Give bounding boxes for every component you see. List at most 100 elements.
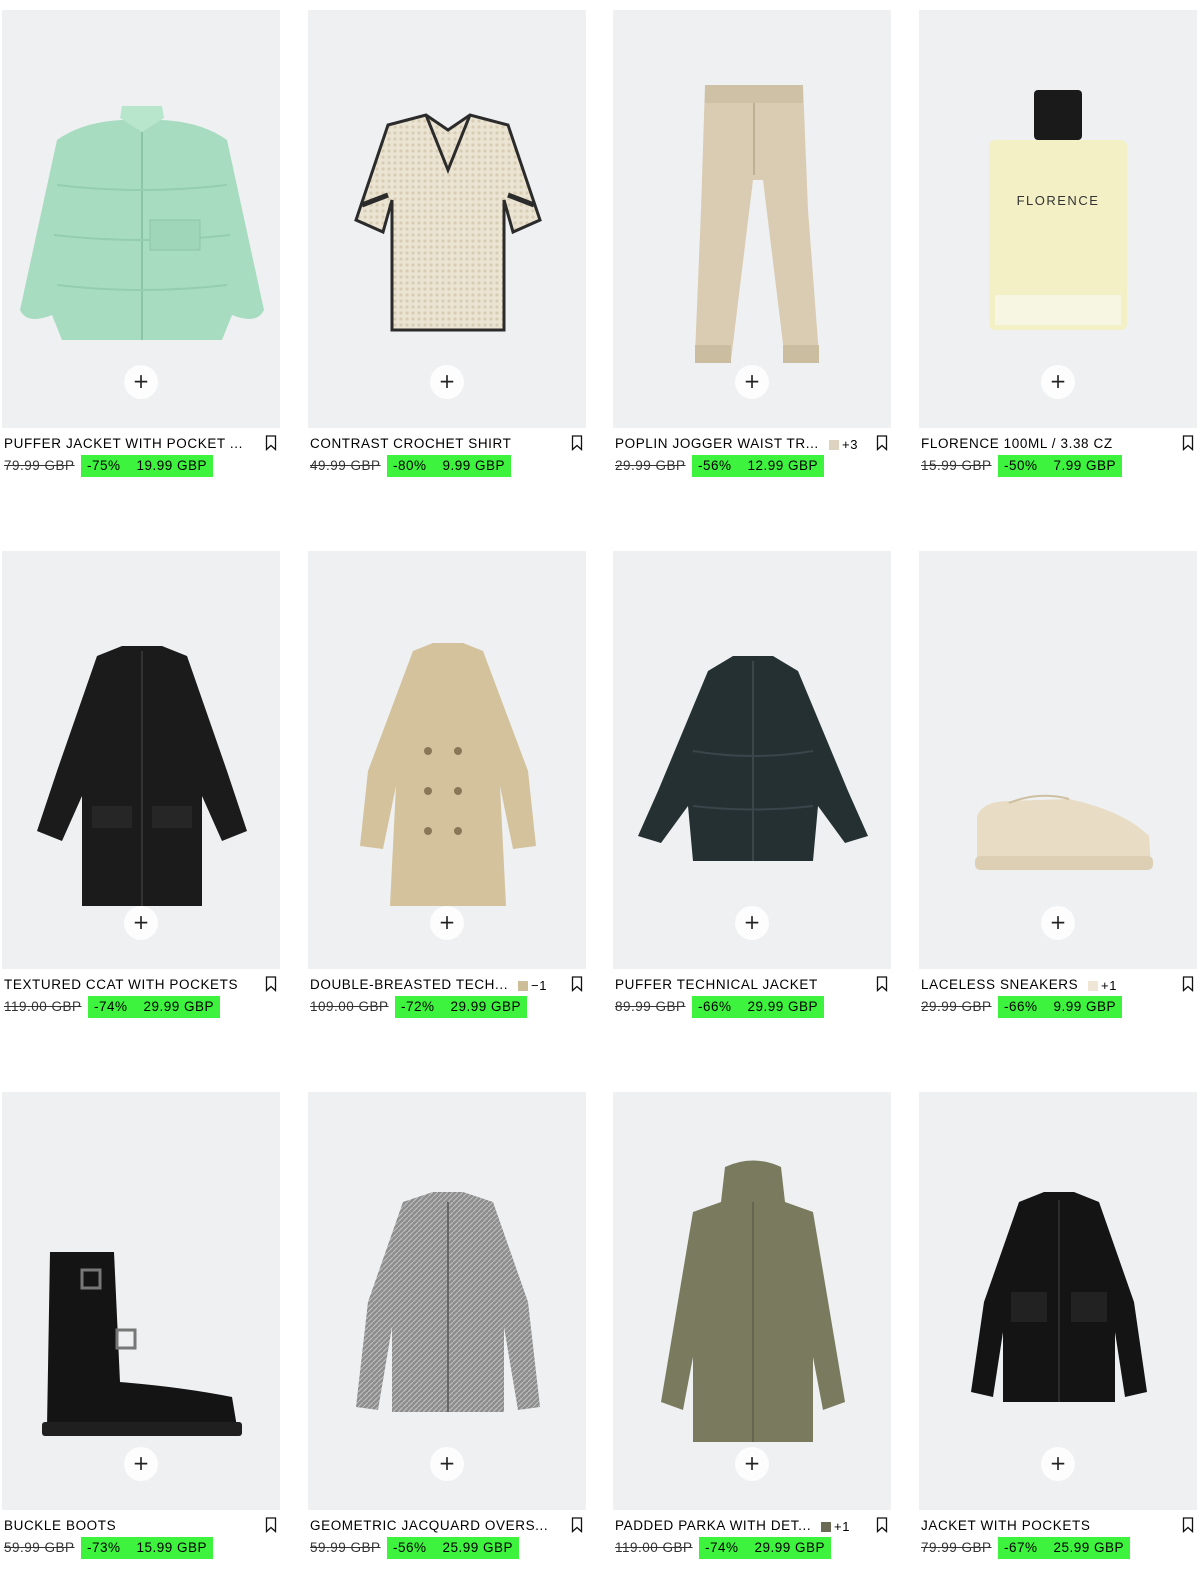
sale-price: 29.99 GBP bbox=[143, 999, 215, 1014]
product-card[interactable]: FLORENCE + FLORENCE 100ML / 3.38 CZ 15.9… bbox=[919, 10, 1199, 477]
product-name[interactable]: LACELESS SNEAKERS bbox=[921, 977, 1078, 992]
price-row: 79.99 GBP -75% 19.99 GBP bbox=[2, 455, 282, 477]
add-to-cart-button[interactable]: + bbox=[430, 906, 464, 940]
product-card[interactable]: + GEOMETRIC JACQUARD OVERS... 59.99 GBP … bbox=[308, 1092, 588, 1559]
original-price: 89.99 GBP bbox=[615, 999, 686, 1014]
sale-price: 7.99 GBP bbox=[1053, 458, 1117, 473]
more-colors-count: −1 bbox=[531, 978, 548, 993]
product-image[interactable]: + bbox=[613, 1092, 891, 1510]
add-to-cart-button[interactable]: + bbox=[1041, 906, 1075, 940]
original-price: 59.99 GBP bbox=[4, 1540, 75, 1555]
product-card[interactable]: + DOUBLE-BREASTED TECH... −1 109.00 GBP … bbox=[308, 551, 588, 1018]
sale-badge: -72% 29.99 GBP bbox=[395, 996, 528, 1018]
add-to-cart-button[interactable]: + bbox=[1041, 365, 1075, 399]
product-image[interactable]: + bbox=[613, 10, 891, 428]
discount-percent: -74% bbox=[94, 999, 128, 1014]
product-image[interactable]: + bbox=[308, 551, 586, 969]
bookmark-icon[interactable] bbox=[571, 1517, 583, 1533]
color-swatch[interactable] bbox=[821, 1522, 831, 1532]
sale-price: 25.99 GBP bbox=[1053, 1540, 1125, 1555]
product-card[interactable]: + PADDED PARKA WITH DET... +1 119.00 GBP… bbox=[613, 1092, 893, 1559]
product-name[interactable]: BUCKLE BOOTS bbox=[4, 1518, 116, 1533]
sale-price: 9.99 GBP bbox=[442, 458, 506, 473]
product-name[interactable]: GEOMETRIC JACQUARD OVERS... bbox=[310, 1518, 548, 1533]
product-name[interactable]: DOUBLE-BREASTED TECH... bbox=[310, 977, 508, 992]
add-to-cart-button[interactable]: + bbox=[124, 1447, 158, 1481]
original-price: 49.99 GBP bbox=[310, 458, 381, 473]
bookmark-icon[interactable] bbox=[1182, 1517, 1194, 1533]
product-card[interactable]: + POPLIN JOGGER WAIST TR... +3 29.99 GBP… bbox=[613, 10, 893, 477]
product-image[interactable]: + bbox=[2, 1092, 280, 1510]
bookmark-icon[interactable] bbox=[571, 435, 583, 451]
bookmark-icon[interactable] bbox=[876, 976, 888, 992]
product-card[interactable]: + PUFFER JACKET WITH POCKET ... 79.99 GB… bbox=[2, 10, 282, 477]
original-price: 79.99 GBP bbox=[4, 458, 75, 473]
product-name[interactable]: PUFFER TECHNICAL JACKET bbox=[615, 977, 818, 992]
color-swatches[interactable]: +1 bbox=[1088, 978, 1117, 993]
product-image[interactable]: + bbox=[2, 551, 280, 969]
product-card[interactable]: + TEXTURED CCAT WITH POCKETS 119.00 GBP … bbox=[2, 551, 282, 1018]
product-image[interactable]: + bbox=[919, 1092, 1197, 1510]
product-grid: + PUFFER JACKET WITH POCKET ... 79.99 GB… bbox=[0, 0, 1200, 1569]
product-name[interactable]: FLORENCE 100ML / 3.38 CZ bbox=[921, 436, 1113, 451]
sale-badge: -74% 29.99 GBP bbox=[88, 996, 221, 1018]
sale-price: 9.99 GBP bbox=[1053, 999, 1117, 1014]
product-name[interactable]: PUFFER JACKET WITH POCKET ... bbox=[4, 436, 243, 451]
product-card[interactable]: + JACKET WITH POCKETS 79.99 GBP -67% 25.9… bbox=[919, 1092, 1199, 1559]
add-to-cart-button[interactable]: + bbox=[1041, 1447, 1075, 1481]
product-name[interactable]: JACKET WITH POCKETS bbox=[921, 1518, 1090, 1533]
discount-percent: -72% bbox=[401, 999, 435, 1014]
product-card[interactable]: + PUFFER TECHNICAL JACKET 89.99 GBP -66%… bbox=[613, 551, 893, 1018]
bookmark-icon[interactable] bbox=[265, 976, 277, 992]
bookmark-icon[interactable] bbox=[1182, 435, 1194, 451]
color-swatches[interactable]: +1 bbox=[821, 1519, 850, 1534]
product-name[interactable]: CONTRAST CROCHET SHIRT bbox=[310, 436, 511, 451]
product-card[interactable]: + BUCKLE BOOTS 59.99 GBP -73% 15.99 GBP bbox=[2, 1092, 282, 1559]
price-row: 29.99 GBP -56% 12.99 GBP bbox=[613, 455, 893, 477]
discount-percent: -74% bbox=[705, 1540, 739, 1555]
add-to-cart-button[interactable]: + bbox=[124, 906, 158, 940]
bookmark-icon[interactable] bbox=[265, 435, 277, 451]
sale-badge: -74% 29.99 GBP bbox=[699, 1537, 832, 1559]
discount-percent: -66% bbox=[1004, 999, 1038, 1014]
product-image[interactable]: + bbox=[2, 10, 280, 428]
add-to-cart-button[interactable]: + bbox=[735, 365, 769, 399]
product-name[interactable]: TEXTURED CCAT WITH POCKETS bbox=[4, 977, 238, 992]
product-card[interactable]: + LACELESS SNEAKERS +1 29.99 GBP -66% 9.9… bbox=[919, 551, 1199, 1018]
sale-price: 19.99 GBP bbox=[136, 458, 208, 473]
bookmark-icon[interactable] bbox=[1182, 976, 1194, 992]
sale-badge: -66% 9.99 GBP bbox=[998, 996, 1123, 1018]
add-to-cart-button[interactable]: + bbox=[124, 365, 158, 399]
original-price: 29.99 GBP bbox=[921, 999, 992, 1014]
add-to-cart-button[interactable]: + bbox=[430, 1447, 464, 1481]
product-name[interactable]: PADDED PARKA WITH DET... bbox=[615, 1518, 811, 1533]
price-row: 29.99 GBP -66% 9.99 GBP bbox=[919, 996, 1199, 1018]
bookmark-icon[interactable] bbox=[571, 976, 583, 992]
add-to-cart-button[interactable]: + bbox=[735, 1447, 769, 1481]
product-image[interactable]: + bbox=[613, 551, 891, 969]
product-image[interactable]: FLORENCE + bbox=[919, 10, 1197, 428]
discount-percent: -56% bbox=[393, 1540, 427, 1555]
product-card[interactable]: + CONTRAST CROCHET SHIRT 49.99 GBP -80% 9… bbox=[308, 10, 588, 477]
color-swatch[interactable] bbox=[518, 981, 528, 991]
product-name[interactable]: POPLIN JOGGER WAIST TR... bbox=[615, 436, 819, 451]
product-image[interactable]: + bbox=[308, 10, 586, 428]
bookmark-icon[interactable] bbox=[876, 435, 888, 451]
product-image[interactable]: + bbox=[308, 1092, 586, 1510]
sale-badge: -73% 15.99 GBP bbox=[81, 1537, 214, 1559]
bookmark-icon[interactable] bbox=[265, 1517, 277, 1533]
product-image[interactable]: + bbox=[919, 551, 1197, 969]
add-to-cart-button[interactable]: + bbox=[430, 365, 464, 399]
add-to-cart-button[interactable]: + bbox=[735, 906, 769, 940]
color-swatch[interactable] bbox=[829, 440, 839, 450]
original-price: 119.00 GBP bbox=[615, 1540, 693, 1555]
bookmark-icon[interactable] bbox=[876, 1517, 888, 1533]
color-swatch[interactable] bbox=[1088, 981, 1098, 991]
price-row: 119.00 GBP -74% 29.99 GBP bbox=[2, 996, 282, 1018]
original-price: 109.00 GBP bbox=[310, 999, 389, 1014]
price-row: 15.99 GBP -50% 7.99 GBP bbox=[919, 455, 1199, 477]
sale-price: 29.99 GBP bbox=[450, 999, 522, 1014]
color-swatches[interactable]: −1 bbox=[518, 978, 547, 993]
sale-price: 15.99 GBP bbox=[136, 1540, 208, 1555]
color-swatches[interactable]: +3 bbox=[829, 437, 858, 452]
